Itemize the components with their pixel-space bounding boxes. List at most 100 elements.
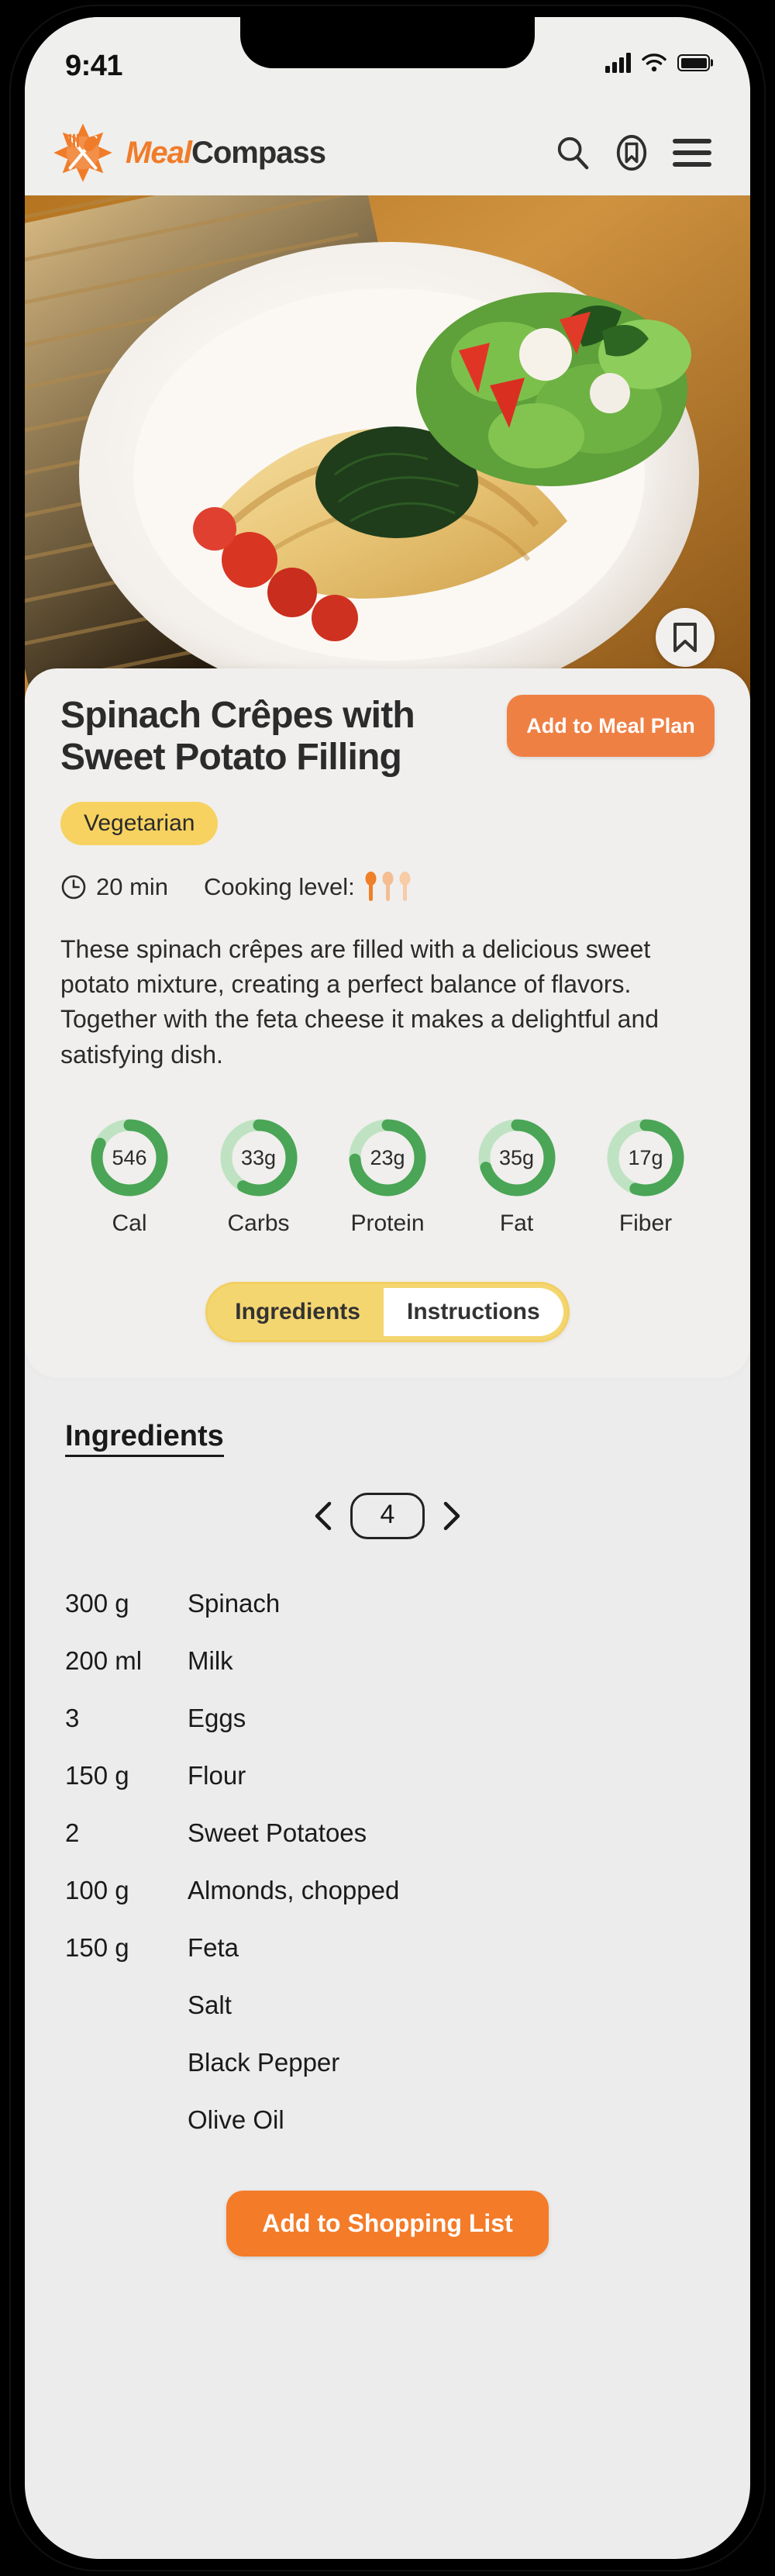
recipe-meta-row: 20 min Cooking level: xyxy=(60,871,715,903)
chevron-left-icon[interactable] xyxy=(313,1500,333,1531)
ingredient-quantity: 100 g xyxy=(65,1876,129,1905)
ingredient-name: Spinach xyxy=(188,1589,281,1618)
title-row: Spinach Crêpes with Sweet Potato Filling… xyxy=(60,695,715,779)
brand[interactable]: MealCompass xyxy=(51,121,326,185)
ingredient-row: 300 g Spinach xyxy=(65,1575,710,1632)
cellular-signal-icon xyxy=(605,53,631,73)
clock-icon xyxy=(61,875,86,899)
battery-full-icon xyxy=(677,54,710,71)
cooking-time-value: 20 min xyxy=(96,872,169,900)
phone-frame: 9:41 MealCompass Spinach Crêpes with Swe… xyxy=(11,6,764,2570)
ingredient-row: Olive Oil xyxy=(65,2091,710,2149)
ingredient-row: 150 g Flour xyxy=(65,1747,710,1804)
ingredient-name: Feta xyxy=(188,1933,239,1963)
recipe-content-card: Spinach Crêpes with Sweet Potato Filling… xyxy=(25,668,750,1379)
ingredient-name: Flour xyxy=(188,1761,246,1790)
ingredients-heading: Ingredients xyxy=(65,1420,224,1458)
ingredient-row: 150 g Feta xyxy=(65,1919,710,1977)
ingredient-quantity: 200 ml xyxy=(65,1646,143,1676)
page-title: Spinach Crêpes with Sweet Potato Filling xyxy=(60,695,415,778)
spoon-icon xyxy=(365,871,377,901)
ingredient-name: Salt xyxy=(188,1991,232,2020)
nutrition-ring: 546 xyxy=(88,1116,171,1200)
nutrition-summary: 546 Cal 33g Carbs 23g Protein 35g Fat 17g Fiber xyxy=(60,1116,715,1237)
nutrition-ring: 17g xyxy=(604,1116,687,1200)
nutrition-value: 17g xyxy=(628,1145,663,1169)
ingredient-name: Olive Oil xyxy=(188,2105,284,2135)
cooking-time: 20 min xyxy=(60,873,168,901)
bookmark-icon xyxy=(673,623,697,652)
wifi-icon xyxy=(642,54,666,72)
shopping-button-wrap: Add to Shopping List xyxy=(65,2149,710,2331)
ingredient-name: Almonds, chopped xyxy=(188,1876,400,1905)
status-icons xyxy=(605,50,710,73)
nutrition-label: Carbs xyxy=(227,1210,290,1237)
nutrition-ring: 33g xyxy=(217,1116,301,1200)
ingredient-name: Black Pepper xyxy=(188,2048,340,2077)
cooking-level-label: Cooking level: xyxy=(204,872,355,900)
nutrition-ring: 23g xyxy=(346,1116,429,1200)
bookmark-circle-icon[interactable] xyxy=(614,135,649,171)
ingredient-quantity: 2 xyxy=(65,1818,80,1848)
ingredient-name: Sweet Potatoes xyxy=(188,1818,367,1848)
ingredient-row: 2 Sweet Potatoes xyxy=(65,1804,710,1862)
cooking-level: Cooking level: xyxy=(204,871,412,903)
nutrition-label: Cal xyxy=(112,1210,147,1237)
status-time: 9:41 xyxy=(65,50,123,82)
servings-value[interactable]: 4 xyxy=(350,1493,425,1540)
nutrition-label: Fat xyxy=(499,1210,534,1237)
ingredient-row: Salt xyxy=(65,1977,710,2034)
nutrition-item: 546 Cal xyxy=(71,1116,188,1237)
nutrition-item: 35g Fat xyxy=(459,1116,575,1237)
nutrition-ring: 35g xyxy=(475,1116,559,1200)
ingredients-list: 300 g Spinach 200 ml Milk 3 Eggs 150 g Flour 2 Sw… xyxy=(65,1575,710,2149)
tab-ingredients[interactable]: Ingredients xyxy=(212,1288,384,1336)
nutrition-value: 23g xyxy=(370,1145,405,1169)
app-header: MealCompass xyxy=(25,110,750,195)
ingredient-name: Milk xyxy=(188,1646,233,1676)
nutrition-label: Fiber xyxy=(618,1210,673,1237)
chevron-right-icon[interactable] xyxy=(442,1500,462,1531)
brand-name: MealCompass xyxy=(126,136,326,171)
ingredient-quantity: 3 xyxy=(65,1704,80,1733)
tab-instructions[interactable]: Instructions xyxy=(384,1288,563,1337)
nutrition-value: 35g xyxy=(498,1145,535,1169)
nutrition-item: 17g Fiber xyxy=(587,1116,704,1237)
status-bar: 9:41 xyxy=(25,17,750,110)
brand-name-part2: Compass xyxy=(191,135,326,170)
nutrition-value: 33g xyxy=(240,1145,277,1169)
add-to-shopping-list-button[interactable]: Add to Shopping List xyxy=(226,2191,549,2257)
meal-compass-logo-icon xyxy=(53,123,112,182)
phone-screen: 9:41 MealCompass Spinach Crêpes with Swe… xyxy=(25,17,750,2559)
spoon-icon xyxy=(399,871,411,901)
brand-name-part1: Meal xyxy=(126,135,192,170)
nutrition-value: 546 xyxy=(112,1145,147,1169)
hamburger-menu-icon[interactable] xyxy=(673,139,711,167)
nutrition-item: 33g Carbs xyxy=(201,1116,317,1237)
food-photo xyxy=(25,195,750,699)
add-to-meal-plan-button[interactable]: Add to Meal Plan xyxy=(507,695,715,758)
ingredient-quantity: 150 g xyxy=(65,1761,129,1790)
ingredient-row: 3 Eggs xyxy=(65,1690,710,1747)
recipe-hero-image xyxy=(25,195,750,699)
nutrition-label: Protein xyxy=(350,1210,425,1237)
ingredients-section: Ingredients 4 300 g Spinach 200 ml Milk 3 Egg… xyxy=(25,1378,750,2332)
ingredient-row: 100 g Almonds, chopped xyxy=(65,1862,710,1919)
ingredient-row: 200 ml Milk xyxy=(65,1632,710,1690)
ingredient-quantity: 150 g xyxy=(65,1933,129,1963)
search-icon[interactable] xyxy=(555,135,591,171)
ingredient-quantity: 300 g xyxy=(65,1589,129,1618)
header-actions xyxy=(555,135,711,171)
ingredient-name: Eggs xyxy=(188,1704,246,1733)
hero-bookmark-button[interactable] xyxy=(656,608,715,667)
nutrition-item: 23g Protein xyxy=(329,1116,446,1237)
diet-tag-badge: Vegetarian xyxy=(60,801,219,845)
recipe-description: These spinach crêpes are filled with a d… xyxy=(60,934,660,1069)
recipe-tabs: Ingredients Instructions xyxy=(205,1282,570,1343)
spoon-icon xyxy=(382,871,394,901)
cooking-level-spoons xyxy=(364,871,412,903)
device-notch xyxy=(240,17,535,68)
ingredient-row: Black Pepper xyxy=(65,2034,710,2091)
servings-stepper: 4 xyxy=(65,1493,710,1540)
tabs-wrap: Ingredients Instructions xyxy=(60,1282,715,1343)
